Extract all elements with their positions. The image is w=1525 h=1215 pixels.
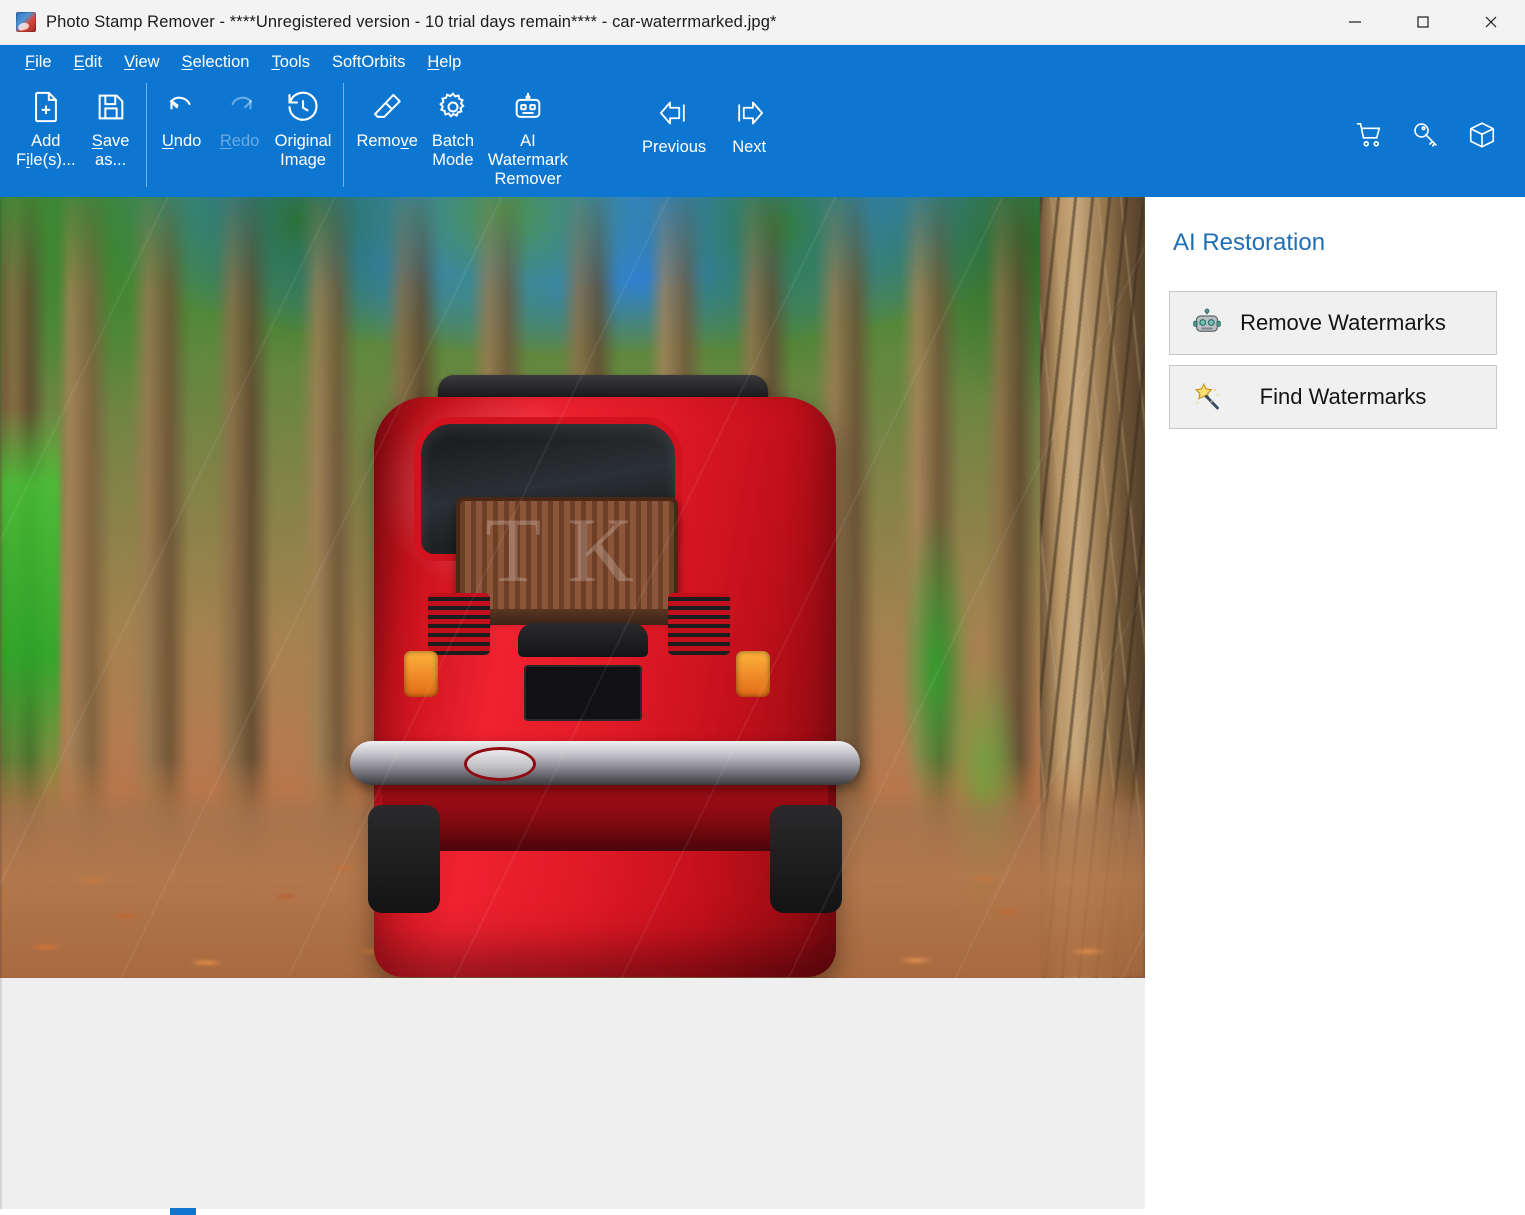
key-icon[interactable] bbox=[1409, 118, 1443, 152]
redo-button[interactable]: Redo bbox=[211, 79, 269, 151]
redo-label: Redo bbox=[220, 132, 259, 151]
window-title: Photo Stamp Remover - ****Unregistered v… bbox=[46, 13, 777, 32]
batch-mode-button[interactable]: BatchMode bbox=[424, 79, 482, 170]
car-emblem bbox=[464, 747, 536, 781]
close-button[interactable] bbox=[1457, 0, 1525, 45]
add-file-icon bbox=[29, 87, 63, 127]
cart-icon[interactable] bbox=[1353, 118, 1387, 152]
arrow-right-end-icon bbox=[732, 93, 766, 133]
car-vent-right bbox=[668, 593, 730, 655]
panel-title: AI Restoration bbox=[1173, 229, 1497, 257]
remove-button[interactable]: Remove bbox=[350, 79, 423, 151]
menu-tools[interactable]: Tools bbox=[260, 51, 321, 74]
car-wheel-right bbox=[770, 805, 842, 913]
menu-selection[interactable]: Selection bbox=[171, 51, 261, 74]
toolbar-divider-2 bbox=[343, 83, 344, 187]
app-window: Photo Stamp Remover - ****Unregistered v… bbox=[0, 0, 1525, 1215]
undo-button[interactable]: Undo bbox=[153, 79, 211, 151]
original-image-button[interactable]: OriginalImage bbox=[269, 79, 338, 170]
package-icon[interactable] bbox=[1465, 118, 1499, 152]
arrow-left-end-icon bbox=[657, 93, 691, 133]
title-bar: Photo Stamp Remover - ****Unregistered v… bbox=[0, 0, 1525, 45]
next-label: Next bbox=[732, 138, 766, 157]
main-toolbar: Add File(s)... Saveas... bbox=[0, 79, 1525, 197]
robot-icon bbox=[1184, 308, 1230, 338]
menu-file[interactable]: File bbox=[14, 51, 63, 74]
remove-watermarks-button[interactable]: Remove Watermarks bbox=[1169, 291, 1497, 355]
undo-icon bbox=[164, 87, 200, 127]
car-bumper bbox=[350, 741, 860, 785]
car-taillight-left bbox=[404, 651, 438, 697]
find-watermarks-label: Find Watermarks bbox=[1230, 384, 1496, 410]
gear-icon bbox=[436, 87, 470, 127]
add-files-button[interactable]: Add File(s)... bbox=[10, 79, 82, 170]
next-button[interactable]: Next bbox=[712, 79, 786, 157]
toolbar-group-file: Add File(s)... Saveas... bbox=[10, 79, 140, 191]
menu-softorbits[interactable]: SoftOrbits bbox=[321, 51, 416, 74]
magic-wand-icon bbox=[1184, 382, 1230, 412]
robot-icon bbox=[511, 87, 545, 127]
ai-watermark-remover-button[interactable]: AI Watermark Remover bbox=[482, 79, 574, 189]
car-taillight-right bbox=[736, 651, 770, 697]
save-as-button[interactable]: Saveas... bbox=[82, 79, 140, 170]
eraser-icon bbox=[370, 87, 404, 127]
car-ledge bbox=[518, 623, 648, 657]
ai-restoration-panel: AI Restoration Remove Watermarks bbox=[1145, 197, 1525, 1215]
window-controls bbox=[1321, 0, 1525, 45]
original-image-label: OriginalImage bbox=[275, 132, 332, 170]
toolbar-group-nav: Previous Next bbox=[636, 79, 786, 191]
save-as-label: Saveas... bbox=[92, 132, 130, 170]
minimize-button[interactable] bbox=[1321, 0, 1389, 45]
menu-view[interactable]: View bbox=[113, 51, 170, 74]
toolbar-group-edit: Undo Redo Ori bbox=[153, 79, 338, 191]
toolbar-divider-1 bbox=[146, 83, 147, 187]
previous-button[interactable]: Previous bbox=[636, 79, 712, 157]
remove-label: Remove bbox=[356, 132, 417, 151]
canvas-left-edge bbox=[0, 197, 2, 1215]
save-icon bbox=[94, 87, 128, 127]
menu-edit[interactable]: Edit bbox=[63, 51, 113, 74]
car-license-plate bbox=[524, 665, 642, 721]
batch-mode-label: BatchMode bbox=[432, 132, 474, 170]
car-vent-left bbox=[428, 593, 490, 655]
previous-label: Previous bbox=[642, 138, 706, 157]
photo-app-icon bbox=[16, 12, 36, 32]
photo-red-car bbox=[338, 375, 868, 978]
toolbar-group-tools: Remove BatchMode bbox=[350, 79, 574, 191]
bottom-progress-indicator bbox=[170, 1208, 196, 1215]
find-watermarks-button[interactable]: Find Watermarks bbox=[1169, 365, 1497, 429]
undo-label: Undo bbox=[162, 132, 201, 151]
body-area: TK AI Restoration bbox=[0, 197, 1525, 1215]
toolbar-right-icons bbox=[1353, 79, 1525, 191]
maximize-button[interactable] bbox=[1389, 0, 1457, 45]
image-canvas-pane[interactable]: TK bbox=[0, 197, 1145, 1215]
image-preview[interactable]: TK bbox=[0, 197, 1145, 978]
ai-watermark-remover-label: AI Watermark Remover bbox=[488, 132, 568, 189]
history-clock-icon bbox=[285, 87, 321, 127]
redo-icon bbox=[222, 87, 258, 127]
remove-watermarks-label: Remove Watermarks bbox=[1230, 310, 1496, 336]
car-wheel-left bbox=[368, 805, 440, 913]
menu-bar: File Edit View Selection Tools SoftOrbit… bbox=[0, 45, 1525, 79]
add-files-label: Add File(s)... bbox=[16, 132, 76, 170]
menu-help[interactable]: Help bbox=[416, 51, 472, 74]
